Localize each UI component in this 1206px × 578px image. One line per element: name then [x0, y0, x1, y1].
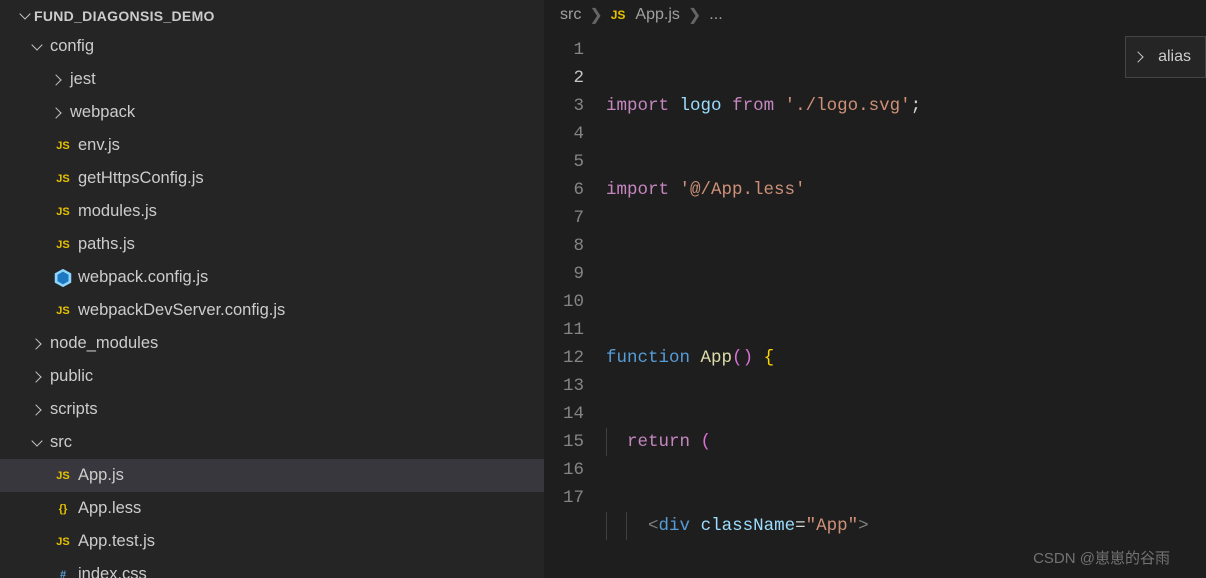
folder-item[interactable]: jest: [0, 63, 544, 96]
line-gutter: 1234567891011121314151617: [544, 36, 606, 578]
tree-item-label: webpack: [70, 103, 135, 122]
line-number: 1: [544, 36, 584, 64]
explorer-root[interactable]: FUND_DIAGONSIS_DEMO: [0, 0, 544, 30]
editor-pane: src ❯ JS App.js ❯ ... alias 123456789101…: [544, 0, 1206, 578]
tree-item-label: scripts: [50, 400, 98, 419]
folder-item[interactable]: scripts: [0, 393, 544, 426]
explorer-sidebar: FUND_DIAGONSIS_DEMO configjestwebpackJSe…: [0, 0, 544, 578]
chevron-down-icon: [30, 39, 46, 55]
chevron-down-icon: [18, 8, 34, 24]
line-number: 17: [544, 484, 584, 512]
explorer-root-label: FUND_DIAGONSIS_DEMO: [34, 8, 215, 24]
line-number: 8: [544, 232, 584, 260]
tree-item-label: webpackDevServer.config.js: [78, 301, 285, 320]
line-number: 9: [544, 260, 584, 288]
line-number: 4: [544, 120, 584, 148]
hash-icon: #: [52, 566, 74, 578]
file-item[interactable]: JSApp.test.js: [0, 525, 544, 558]
chevron-right-icon: [50, 105, 66, 121]
webpack-icon: [52, 267, 74, 289]
line-number: 7: [544, 204, 584, 232]
folder-item[interactable]: public: [0, 360, 544, 393]
chevron-right-icon: ❯: [589, 5, 602, 25]
line-number: 14: [544, 400, 584, 428]
file-item[interactable]: # index.css: [0, 558, 544, 578]
chevron-right-icon: [50, 72, 66, 88]
breadcrumb-seg[interactable]: App.js: [635, 6, 679, 24]
line-number: 15: [544, 428, 584, 456]
js-icon: JS: [52, 170, 74, 188]
line-number: 16: [544, 456, 584, 484]
tree-item-label: webpack.config.js: [78, 268, 208, 287]
tree-item-label: App.test.js: [78, 532, 155, 551]
file-item[interactable]: JSwebpackDevServer.config.js: [0, 294, 544, 327]
chevron-right-icon: ❯: [688, 5, 701, 25]
breadcrumb[interactable]: src ❯ JS App.js ❯ ...: [544, 0, 1206, 30]
tree-item-label: modules.js: [78, 202, 157, 221]
file-item[interactable]: JSmodules.js: [0, 195, 544, 228]
tree-item-label: getHttpsConfig.js: [78, 169, 204, 188]
file-item[interactable]: {}App.less: [0, 492, 544, 525]
line-number: 6: [544, 176, 584, 204]
line-number: 2: [544, 64, 584, 92]
file-item[interactable]: JSgetHttpsConfig.js: [0, 162, 544, 195]
tree-item-label: src: [50, 433, 72, 452]
braces-icon: {}: [52, 500, 74, 518]
chevron-right-icon: [30, 402, 46, 418]
js-icon: JS: [52, 203, 74, 221]
line-number: 13: [544, 372, 584, 400]
file-item[interactable]: JSApp.js: [0, 459, 544, 492]
folder-item[interactable]: node_modules: [0, 327, 544, 360]
tree-item-label: node_modules: [50, 334, 158, 353]
file-item[interactable]: JSpaths.js: [0, 228, 544, 261]
js-icon: JS: [52, 137, 74, 155]
folder-item[interactable]: webpack: [0, 96, 544, 129]
chevron-down-icon: [30, 435, 46, 451]
js-icon: JS: [611, 8, 626, 22]
tree-item-label: App.less: [78, 499, 141, 518]
line-number: 12: [544, 344, 584, 372]
tree-item-label: config: [50, 37, 94, 56]
file-item[interactable]: webpack.config.js: [0, 261, 544, 294]
breadcrumb-seg[interactable]: ...: [709, 6, 722, 24]
js-icon: JS: [52, 467, 74, 485]
chevron-right-icon: [30, 336, 46, 352]
tree-item-label: env.js: [78, 136, 120, 155]
breadcrumb-seg[interactable]: src: [560, 6, 581, 24]
code-content[interactable]: import logo from './logo.svg'; import '@…: [606, 36, 1206, 578]
folder-item[interactable]: src: [0, 426, 544, 459]
js-icon: JS: [52, 533, 74, 551]
code-area: 1234567891011121314151617 import logo fr…: [544, 30, 1206, 578]
tree-item-label: paths.js: [78, 235, 135, 254]
chevron-right-icon: [30, 369, 46, 385]
js-icon: JS: [52, 302, 74, 320]
folder-item[interactable]: config: [0, 30, 544, 63]
line-number: 5: [544, 148, 584, 176]
line-number: 3: [544, 92, 584, 120]
line-number: 11: [544, 316, 584, 344]
tree-item-label: public: [50, 367, 93, 386]
tree-item-label: jest: [70, 70, 96, 89]
file-tree: configjestwebpackJSenv.jsJSgetHttpsConfi…: [0, 30, 544, 578]
line-number: 10: [544, 288, 584, 316]
file-item[interactable]: JSenv.js: [0, 129, 544, 162]
tree-item-label: App.js: [78, 466, 124, 485]
tree-item-label: index.css: [78, 565, 147, 578]
js-icon: JS: [52, 236, 74, 254]
